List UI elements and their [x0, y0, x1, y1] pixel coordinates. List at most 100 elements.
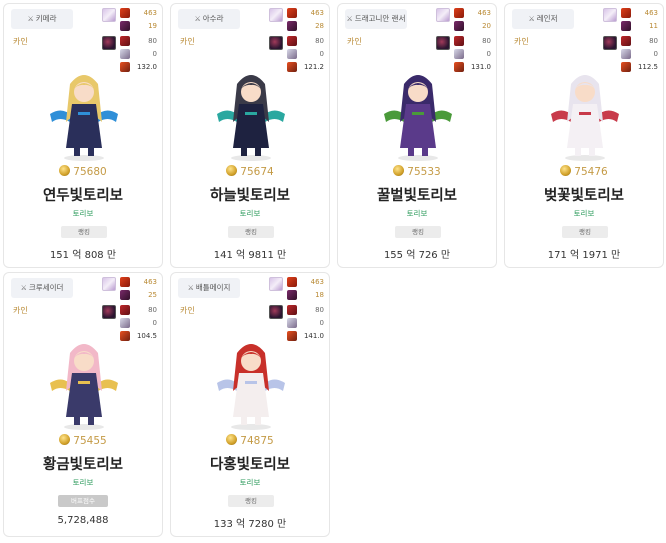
character-card-2[interactable]: ⚔ 아수라 카인 463 28 80 0 121.2 75674 하늘빛토리보 … [170, 3, 330, 268]
character-card-6[interactable]: ⚔ 배틀메이지 카인 463 18 80 0 141.0 74875 다홍빛토리… [170, 272, 330, 537]
character-card-5[interactable]: ⚔ 크루세이더 카인 463 25 80 0 104.5 75455 황금빛토리… [3, 272, 163, 537]
ranking-button[interactable]: 랭킹 [228, 226, 274, 238]
stat-value: 463 [310, 9, 324, 17]
adventure-name[interactable]: 토리보 [4, 208, 162, 219]
character-portrait [209, 331, 293, 431]
character-name[interactable]: 벚꽃빛토리보 [505, 184, 663, 205]
stat-value: 141.0 [303, 332, 324, 340]
fame-score: 75680 [4, 165, 162, 178]
class-badge: ⚔ 키메라 [11, 9, 73, 29]
class-icon: ⚔ [27, 15, 34, 23]
character-card-1[interactable]: ⚔ 키메라 카인 463 19 80 0 132.0 75680 연두빛토리보 … [3, 3, 163, 268]
title-item-icon [102, 277, 116, 291]
stat-value: 463 [143, 9, 157, 17]
stat-value: 18 [315, 291, 324, 299]
character-portrait [376, 62, 460, 162]
ranking-button[interactable]: 랭킹 [61, 226, 107, 238]
stat-value: 80 [315, 37, 324, 45]
class-icon: ⚔ [194, 15, 201, 23]
stat-value: 0 [152, 319, 157, 327]
weapon-icon [287, 8, 297, 18]
stat-value: 80 [148, 37, 157, 45]
score-value: 141 억 9811 만 [213, 250, 287, 261]
character-portrait [543, 62, 627, 162]
upgrade-icon [287, 290, 297, 300]
character-name[interactable]: 꿀벌빛토리보 [338, 184, 496, 205]
character-card-4[interactable]: ⚔ 레인저 카인 463 11 80 0 112.5 75476 벚꽃빛토리보 … [504, 3, 664, 268]
armor-icon [120, 36, 130, 46]
character-card-3[interactable]: ⚔ 드래고니안 랜서 카인 463 20 80 0 131.0 75533 꿀벌… [337, 3, 497, 268]
upgrade-icon [454, 21, 464, 31]
fame-icon [59, 165, 71, 176]
class-label: 드래고니안 랜서 [354, 14, 406, 23]
fame-value: 74875 [240, 435, 274, 447]
character-name[interactable]: 하늘빛토리보 [171, 184, 329, 205]
character-name[interactable]: 다홍빛토리보 [171, 453, 329, 474]
stat-value: 463 [143, 278, 157, 286]
buff-score-button[interactable]: 버프점수 [58, 495, 108, 507]
adventure-name[interactable]: 토리보 [505, 208, 663, 219]
class-badge: ⚔ 크루세이더 [11, 278, 73, 298]
character-name[interactable]: 황금빛토리보 [4, 453, 162, 474]
stat-value: 0 [319, 319, 324, 327]
adventure-name[interactable]: 토리보 [4, 477, 162, 488]
creature-item-icon [603, 36, 617, 50]
equipment-panel: 463 28 80 0 121.2 [269, 8, 327, 72]
creature-item-icon [269, 305, 283, 319]
equipment-panel: 463 11 80 0 112.5 [603, 8, 661, 72]
weapon-icon [454, 8, 464, 18]
class-icon: ⚔ [528, 15, 535, 23]
adventure-name[interactable]: 토리보 [338, 208, 496, 219]
server-name: 카인 [13, 37, 28, 46]
title-item-icon [102, 8, 116, 22]
fame-value: 75680 [73, 166, 107, 178]
stat-value: 80 [649, 37, 658, 45]
adventure-name[interactable]: 토리보 [171, 208, 329, 219]
class-icon: ⚔ [187, 284, 194, 292]
server-name: 카인 [347, 37, 362, 46]
stat-value: 80 [148, 306, 157, 314]
score-value: 151 억 808 만 [49, 250, 117, 261]
upgrade-icon [120, 21, 130, 31]
upgrade-icon [621, 21, 631, 31]
ranking-button[interactable]: 랭킹 [395, 226, 441, 238]
title-item-icon [603, 8, 617, 22]
score-value: 133 억 7280 만 [213, 519, 287, 530]
class-label: 레인저 [536, 14, 558, 23]
character-name[interactable]: 연두빛토리보 [4, 184, 162, 205]
character-portrait [209, 62, 293, 162]
stat-value: 11 [649, 22, 658, 30]
stat-value: 463 [477, 9, 491, 17]
character-portrait [42, 331, 126, 431]
accessory-icon [454, 49, 464, 59]
accessory-icon [621, 49, 631, 59]
weapon-icon [621, 8, 631, 18]
fame-value: 75533 [407, 166, 441, 178]
stat-value: 20 [482, 22, 491, 30]
class-icon: ⚔ [20, 284, 27, 292]
stat-value: 104.5 [136, 332, 157, 340]
adventure-name[interactable]: 토리보 [171, 477, 329, 488]
fame-icon [560, 165, 572, 176]
weapon-icon [120, 8, 130, 18]
ranking-button[interactable]: 랭킹 [228, 495, 274, 507]
class-badge: ⚔ 아수라 [178, 9, 240, 29]
fame-icon [226, 434, 238, 445]
ranking-button[interactable]: 랭킹 [562, 226, 608, 238]
upgrade-icon [120, 290, 130, 300]
accessory-icon [120, 49, 130, 59]
equipment-panel: 463 20 80 0 131.0 [436, 8, 494, 72]
class-label: 아수라 [202, 14, 224, 23]
stat-value: 19 [148, 22, 157, 30]
stat-value: 80 [482, 37, 491, 45]
equipment-panel: 463 18 80 0 141.0 [269, 277, 327, 341]
weapon-icon [287, 277, 297, 287]
creature-item-icon [269, 36, 283, 50]
stat-value: 0 [486, 50, 491, 58]
score-value: 155 억 726 만 [383, 250, 451, 261]
equipment-panel: 463 19 80 0 132.0 [102, 8, 160, 72]
fame-value: 75476 [574, 166, 608, 178]
fame-score: 75455 [4, 434, 162, 447]
creature-item-icon [102, 305, 116, 319]
stat-value: 463 [644, 9, 658, 17]
